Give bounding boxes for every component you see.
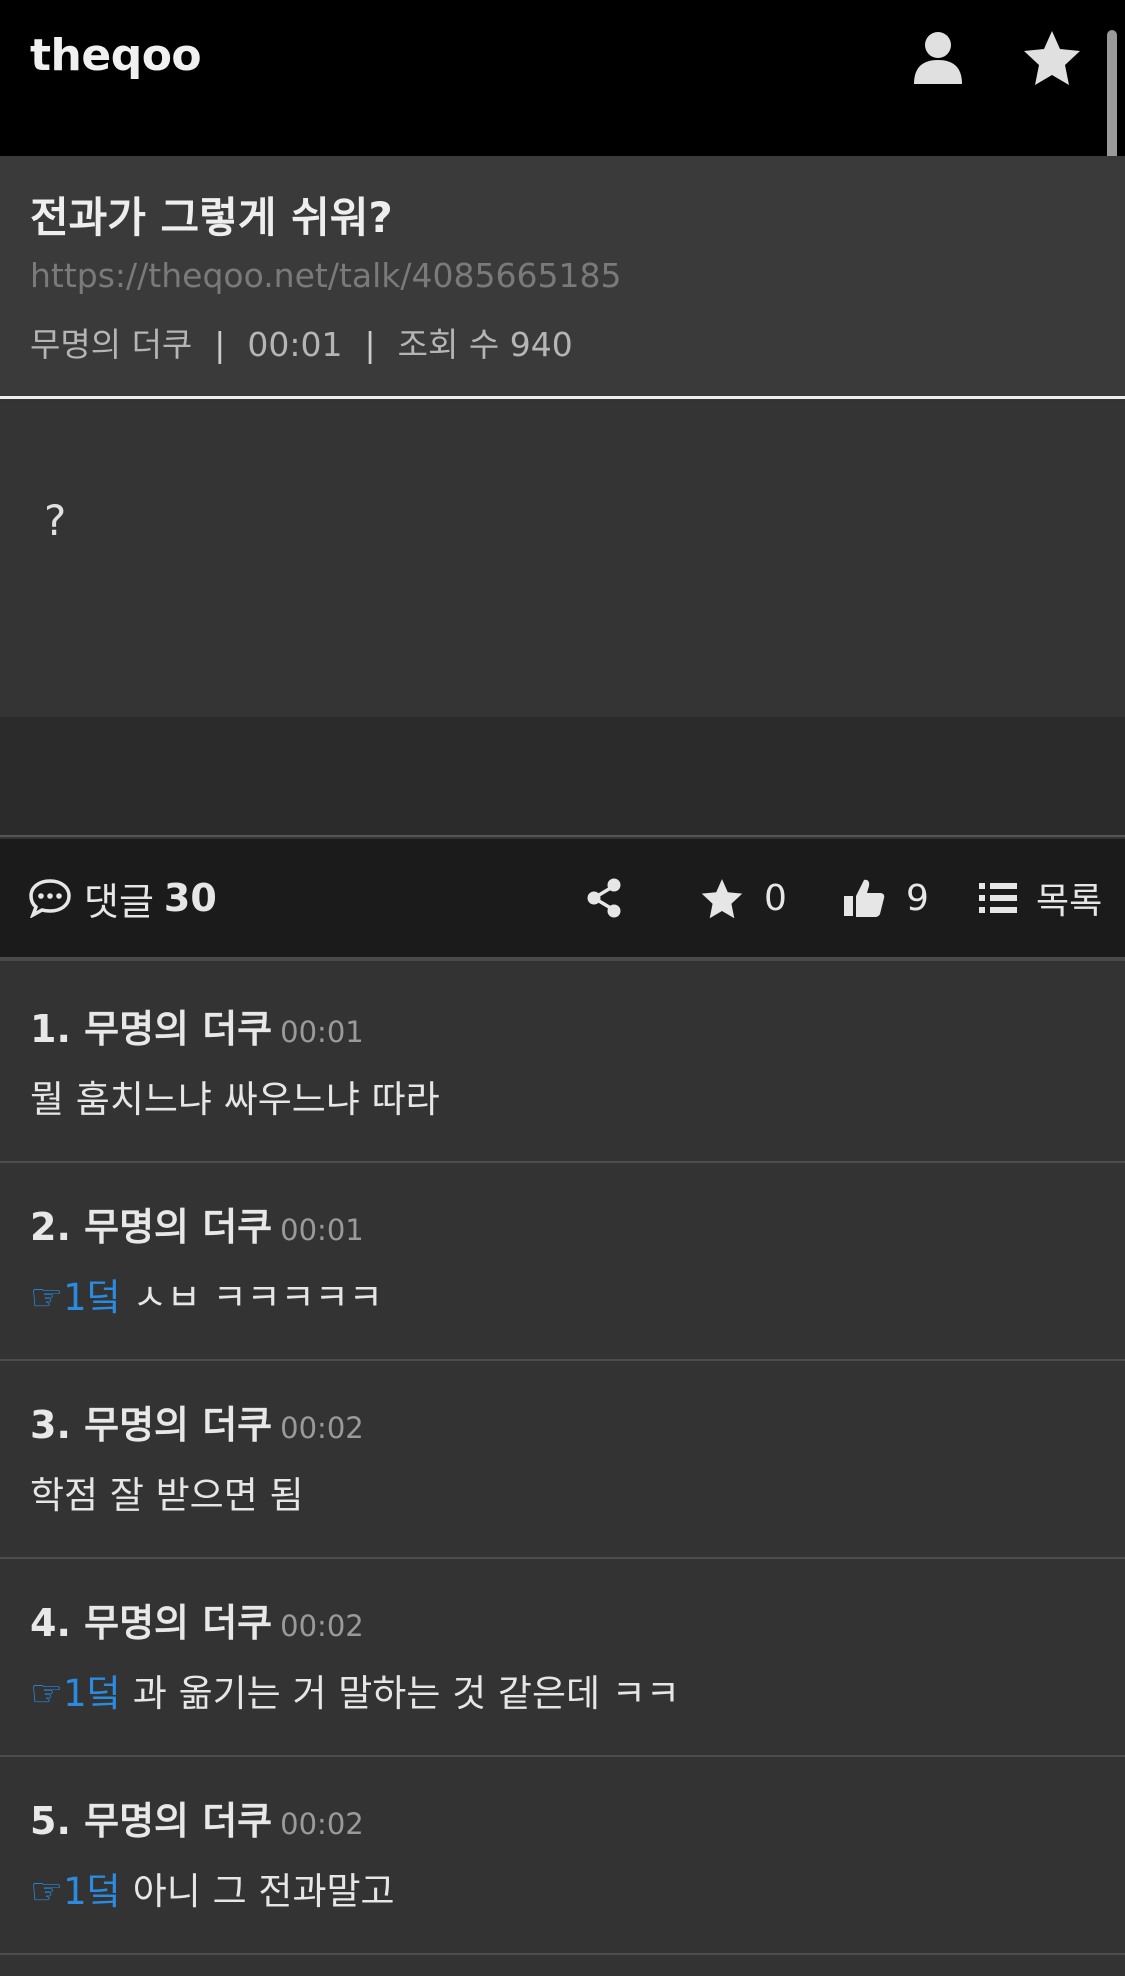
comments-label: 댓글 [84, 879, 154, 924]
comment-author: 2. 무명의 더쿠 [30, 1205, 273, 1249]
post-body: ? [0, 402, 1125, 717]
content-spacer [0, 717, 1125, 837]
comment-list: 1. 무명의 더쿠 00:01 뭘 훔치느냐 싸우느냐 따라 2. 무명의 더쿠 0… [0, 965, 1125, 1955]
comment-header: 5. 무명의 더쿠 00:02 [30, 1790, 364, 1845]
comment-body: ☞1덬 과 옮기는 거 말하는 것 같은데 ㅋㅋ [30, 1663, 680, 1717]
like-count: 9 [906, 877, 929, 919]
comment-body: ☞1덬 아니 그 전과말고 [30, 1861, 395, 1915]
post-time: 00:01 [247, 325, 343, 364]
site-logo[interactable]: theqoo [30, 30, 202, 81]
post-author: 무명의 더쿠 [30, 325, 193, 364]
star-icon [700, 877, 744, 919]
reply-link[interactable]: ☞1덬 [30, 1276, 121, 1319]
star-icon[interactable] [1022, 28, 1082, 88]
favorite-count: 0 [764, 877, 787, 919]
post-views: 조회 수 940 [397, 325, 573, 364]
post-url[interactable]: https://theqoo.net/talk/4085665185 [30, 256, 621, 295]
comment-header: 4. 무명의 더쿠 00:02 [30, 1592, 364, 1647]
comments-count: 30 [163, 876, 217, 920]
comment-time: 00:02 [280, 1609, 364, 1643]
comment-author: 3. 무명의 더쿠 [30, 1403, 273, 1447]
comment-header: 3. 무명의 더쿠 00:02 [30, 1394, 364, 1449]
post-header: 전과가 그렇게 쉬워? https://theqoo.net/talk/4085… [0, 156, 1125, 399]
comment-text: 아니 그 전과말고 [132, 1870, 395, 1913]
list-button[interactable]: 목록 [978, 839, 1102, 957]
comment-body: 학점 잘 받으면 됨 [30, 1465, 304, 1519]
comment-time: 00:01 [280, 1015, 364, 1049]
comments-button[interactable]: 댓글 30 [28, 839, 217, 957]
comment-author: 5. 무명의 더쿠 [30, 1799, 273, 1843]
comment-icon [28, 878, 72, 918]
comment-header: 1. 무명의 더쿠 00:01 [30, 998, 364, 1053]
share-button[interactable] [584, 839, 624, 957]
comment-item: 1. 무명의 더쿠 00:01 뭘 훔치느냐 싸우느냐 따라 [0, 965, 1125, 1163]
comment-author: 1. 무명의 더쿠 [30, 1007, 273, 1051]
list-label: 목록 [1036, 881, 1103, 922]
reply-link[interactable]: ☞1덬 [30, 1870, 121, 1913]
comment-text: 뭘 훔치느냐 싸우느냐 따라 [30, 1078, 440, 1121]
comment-item: 4. 무명의 더쿠 00:02 ☞1덬 과 옮기는 거 말하는 것 같은데 ㅋㅋ [0, 1559, 1125, 1757]
comment-time: 00:02 [280, 1411, 364, 1445]
list-icon [978, 881, 1018, 915]
favorite-button[interactable]: 0 [700, 839, 787, 957]
comment-text: ㅅㅂ ㅋㅋㅋㅋㅋ [132, 1276, 383, 1319]
action-bar: 댓글 30 0 9 목록 [0, 839, 1125, 961]
comment-body: 뭘 훔치느냐 싸우느냐 따라 [30, 1069, 440, 1123]
post-meta: 무명의 더쿠 | 00:01 | 조회 수 940 [30, 318, 573, 366]
reply-link[interactable]: ☞1덬 [30, 1672, 121, 1715]
comment-header: 2. 무명의 더쿠 00:01 [30, 1196, 364, 1251]
comment-time: 00:01 [280, 1213, 364, 1247]
top-bar: theqoo [0, 0, 1125, 156]
comment-author: 4. 무명의 더쿠 [30, 1601, 273, 1645]
user-icon[interactable] [908, 28, 968, 88]
comment-time: 00:02 [280, 1807, 364, 1841]
comment-item: 5. 무명의 더쿠 00:02 ☞1덬 아니 그 전과말고 [0, 1757, 1125, 1955]
meta-separator: | [364, 325, 376, 364]
comment-item: 2. 무명의 더쿠 00:01 ☞1덬 ㅅㅂ ㅋㅋㅋㅋㅋ [0, 1163, 1125, 1361]
comment-body: ☞1덬 ㅅㅂ ㅋㅋㅋㅋㅋ [30, 1267, 383, 1321]
meta-separator: | [214, 325, 226, 364]
post-body-text: ? [44, 496, 67, 545]
post-title: 전과가 그렇게 쉬워? [30, 193, 393, 242]
like-button[interactable]: 9 [842, 839, 929, 957]
comment-text: 과 옮기는 거 말하는 것 같은데 ㅋㅋ [132, 1672, 680, 1715]
thumbs-up-icon [842, 876, 886, 920]
comment-text: 학점 잘 받으면 됨 [30, 1474, 304, 1517]
share-icon [584, 877, 624, 919]
comment-item: 3. 무명의 더쿠 00:02 학점 잘 받으면 됨 [0, 1361, 1125, 1559]
